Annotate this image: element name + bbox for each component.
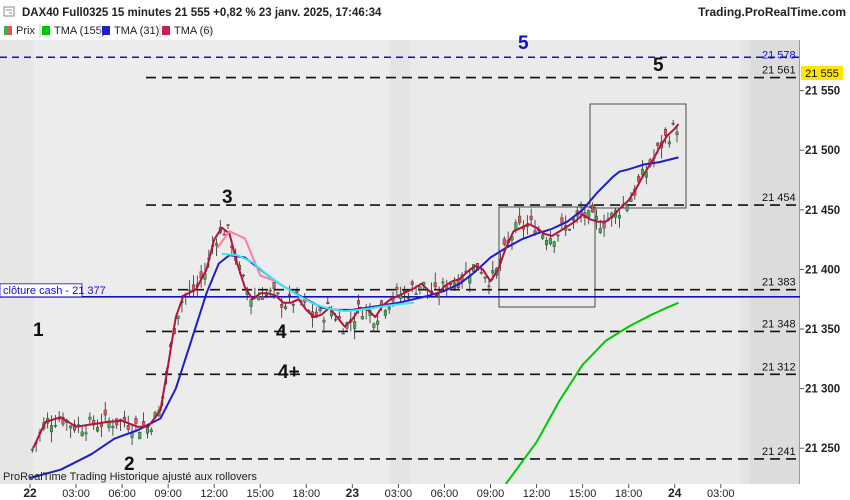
x-tick-label-12: 15:00 — [569, 488, 597, 500]
site-label: Trading.ProRealTime.com — [698, 5, 846, 19]
level-label-6: 21 241 — [762, 446, 796, 458]
x-tick-label-7: 23 — [346, 486, 360, 500]
candle — [138, 431, 142, 440]
x-tick-label-0: 22 — [23, 486, 37, 500]
y-tick-label-4: 21 450 — [805, 205, 840, 217]
price-chart: DAX40 Full0325 15 minutes 21 555 +0,82 %… — [0, 0, 850, 500]
level-label-2: 21 454 — [762, 192, 796, 204]
level-label-3: 21 383 — [762, 277, 796, 289]
y-tick-label-3: 21 400 — [805, 264, 840, 276]
menu-icon[interactable] — [3, 6, 15, 17]
legend-label-3: TMA (6) — [174, 25, 213, 37]
wave-label-5-blue: 5 — [518, 33, 529, 54]
x-tick-label-4: 12:00 — [200, 488, 228, 500]
chart-header-title: DAX40 Full0325 15 minutes 21 555 +0,82 %… — [22, 7, 382, 19]
wave-label-3: 3 — [222, 187, 233, 208]
y-tick-label-0: 21 250 — [805, 443, 840, 455]
y-tick-label-5: 21 500 — [805, 145, 840, 157]
level-label-0: 21 578 — [762, 49, 796, 61]
last-price-label: 21 555 — [805, 68, 839, 80]
level-label-4: 21 348 — [762, 318, 796, 330]
cash-close-label: clôture cash - 21 377 — [3, 285, 106, 297]
legend: Prix TMA (155) TMA (31) TMA (6) — [0, 22, 250, 39]
y-tick-label-6: 21 550 — [805, 86, 840, 98]
x-tick-label-2: 06:00 — [108, 488, 136, 500]
y-tick-label-2: 21 350 — [805, 324, 840, 336]
x-tick-label-14: 24 — [668, 486, 682, 500]
x-tick-label-10: 09:00 — [477, 488, 505, 500]
x-tick-label-9: 06:00 — [431, 488, 459, 500]
x-tick-label-5: 15:00 — [246, 488, 274, 500]
x-tick-label-11: 12:00 — [523, 488, 551, 500]
x-tick-label-6: 18:00 — [293, 488, 321, 500]
legend-label-0: Prix — [16, 25, 35, 37]
x-tick-label-8: 03:00 — [385, 488, 413, 500]
wave-label-5: 5 — [653, 55, 664, 76]
x-tick-label-3: 09:00 — [154, 488, 182, 500]
level-label-1: 21 561 — [762, 65, 796, 77]
last-price-tag: 21 555 — [801, 66, 843, 80]
legend-label-1: TMA (155) — [54, 25, 105, 37]
legend-label-2: TMA (31) — [114, 25, 159, 37]
x-tick-label-15: 03:00 — [707, 488, 735, 500]
level-label-5: 21 312 — [762, 361, 796, 373]
y-tick-label-1: 21 300 — [805, 384, 840, 396]
wave-label-4: 4 — [276, 322, 287, 343]
footer-text: ProRealTime Trading Historique ajusté au… — [3, 471, 257, 483]
x-tick-label-1: 03:00 — [62, 488, 90, 500]
x-tick-label-13: 18:00 — [615, 488, 643, 500]
wave-label-4plus: 4+ — [278, 362, 300, 383]
wave-label-1: 1 — [33, 320, 44, 341]
